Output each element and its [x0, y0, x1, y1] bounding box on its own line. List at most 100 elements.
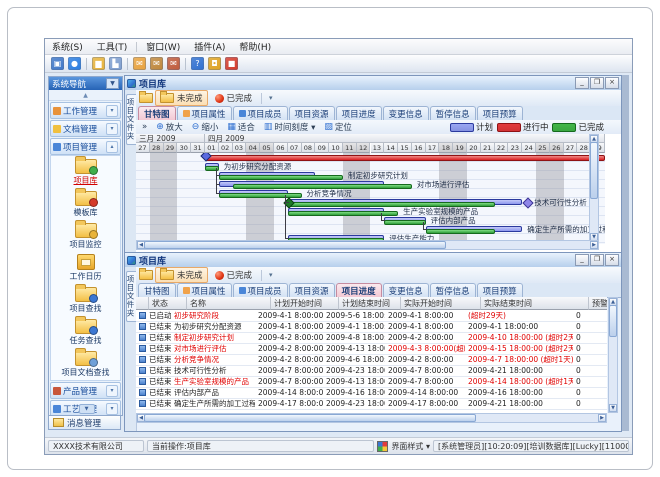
- unfinished-filter-button[interactable]: 未完成: [155, 90, 208, 106]
- alert-message-icon[interactable]: ✉: [167, 57, 180, 70]
- tool-时间刻度[interactable]: ▥时间刻度 ▾: [261, 121, 319, 133]
- sidebar-item-项目库[interactable]: 项目库: [51, 156, 120, 188]
- gantt-bar-actual[interactable]: [426, 229, 495, 234]
- table-row[interactable]: 已结束确定生产所需的加工过程2009-4-17 8:00:002009-4-23…: [136, 398, 607, 410]
- tab-项目成员[interactable]: 项目成员: [233, 283, 288, 297]
- sidebar-scroll-up[interactable]: ▲: [49, 90, 122, 101]
- section-chevron-icon[interactable]: ▾: [106, 105, 118, 117]
- minimize-button[interactable]: _: [575, 254, 589, 266]
- column-header-状态[interactable]: 状态: [149, 297, 187, 310]
- open-folder-icon[interactable]: ▆: [92, 57, 105, 70]
- tab-message-management[interactable]: 消息管理: [48, 416, 121, 430]
- tab-项目预算[interactable]: 项目预算: [477, 283, 523, 297]
- minimize-button[interactable]: _: [575, 77, 589, 89]
- tab-暂停信息[interactable]: 暂停信息: [430, 106, 476, 120]
- finished-filter-button[interactable]: 已完成: [210, 267, 258, 283]
- column-header-名称[interactable]: 名称: [187, 297, 271, 310]
- section-chevron-icon[interactable]: ▾: [106, 403, 118, 415]
- tab-项目属性[interactable]: 项目属性: [177, 283, 232, 297]
- tab-甘特图[interactable]: 甘特图: [138, 283, 176, 297]
- tool-缩小[interactable]: ⊖缩小: [189, 121, 222, 133]
- section-label: 产品管理: [63, 385, 104, 397]
- day-header: 18: [439, 143, 453, 153]
- menu-item-2[interactable]: 工具(T): [90, 39, 135, 54]
- new-message-icon[interactable]: ✉: [133, 57, 146, 70]
- column-header-实际结束时间[interactable]: 实际结束时间: [481, 297, 589, 310]
- gantt-bar-inprogress[interactable]: [205, 155, 605, 161]
- tab-变更信息[interactable]: 变更信息: [383, 106, 429, 120]
- tab-甘特图[interactable]: 甘特图: [138, 106, 176, 120]
- gantt-bar-actual[interactable]: [384, 220, 425, 225]
- gantt-window-titlebar[interactable]: 项目库 _ ❐ ×: [125, 76, 621, 91]
- table-vertical-scrollbar[interactable]: ▲ ▼: [608, 297, 618, 413]
- tab-icon: [239, 110, 246, 117]
- workstation-icon[interactable]: ▣: [51, 57, 64, 70]
- section-chevron-icon[interactable]: ▾: [106, 123, 118, 135]
- menu-item-4[interactable]: 插件(A): [187, 39, 232, 54]
- menu-item-1[interactable]: 系统(S): [45, 39, 90, 54]
- tab-项目属性[interactable]: 项目属性: [177, 106, 232, 120]
- column-header-实际开始时间[interactable]: 实际开始时间: [401, 297, 481, 310]
- window-icon: [127, 256, 136, 265]
- restore-button[interactable]: ❐: [590, 77, 604, 89]
- sidebar-item-模板库[interactable]: 模板库: [51, 188, 120, 220]
- save-folder-icon[interactable]: ▙: [109, 57, 122, 70]
- column-header-预警[interactable]: 预警: [589, 297, 607, 310]
- sidebar-item-项目监控[interactable]: 项目监控: [51, 220, 120, 252]
- tool-放大[interactable]: ⊕放大: [153, 121, 186, 133]
- status-cell: 已结束: [146, 321, 171, 332]
- gantt-horizontal-scrollbar[interactable]: ◀▶: [136, 240, 599, 250]
- lock-icon[interactable]: ◘: [208, 57, 221, 70]
- sidebar-scroll-down[interactable]: ▼: [79, 404, 95, 414]
- inbox-message-icon[interactable]: ✉: [150, 57, 163, 70]
- sidebar-item-工作日历[interactable]: 工作日历: [51, 252, 120, 284]
- filter-dropdown-button[interactable]: ▾: [266, 271, 276, 279]
- row-type-icon: [139, 378, 146, 385]
- tab-项目资源[interactable]: 项目资源: [289, 283, 335, 297]
- progress-window-title: 项目库: [139, 254, 572, 267]
- sidebar-section-文档管理[interactable]: 文档管理▾: [50, 120, 121, 137]
- interface-style-button[interactable]: 界面样式 ▾: [391, 441, 430, 452]
- tab-变更信息[interactable]: 变更信息: [383, 283, 429, 297]
- gantt-vertical-scrollbar[interactable]: ▲▼: [589, 134, 599, 242]
- unfinished-filter-button[interactable]: 未完成: [155, 267, 208, 283]
- filter-dropdown-button[interactable]: ▾: [266, 94, 276, 102]
- more-tools-button[interactable]: »: [139, 122, 150, 132]
- close-button[interactable]: ×: [605, 254, 619, 266]
- sidebar-item-项目查找[interactable]: 项目查找: [51, 284, 120, 316]
- section-chevron-icon[interactable]: ▴: [106, 141, 118, 153]
- menu-item-5[interactable]: 帮助(H): [232, 39, 278, 54]
- tab-项目资源[interactable]: 项目资源: [289, 106, 335, 120]
- progress-window-titlebar[interactable]: 项目库 _ ❐ ×: [125, 253, 621, 268]
- column-header-计划结束时间[interactable]: 计划结束时间: [339, 297, 401, 310]
- status-cell: 已结束: [146, 332, 171, 343]
- sidebar-item-任务查找[interactable]: 任务查找: [51, 316, 120, 348]
- tab-项目进度[interactable]: 项目进度: [336, 106, 382, 120]
- sidebar-item-label: 项目监控: [70, 239, 102, 250]
- exit-icon[interactable]: ■: [225, 57, 238, 70]
- sidebar-collapse-button[interactable]: ▼: [106, 78, 119, 89]
- legend-label: 已完成: [578, 121, 604, 133]
- sidebar-section-产品管理[interactable]: 产品管理▾: [50, 382, 121, 399]
- sidebar-section-工作管理[interactable]: 工作管理▾: [50, 102, 121, 119]
- menu-item-3[interactable]: 窗口(W): [139, 39, 187, 54]
- tab-项目成员[interactable]: 项目成员: [233, 106, 288, 120]
- restore-button[interactable]: ❐: [590, 254, 604, 266]
- section-chevron-icon[interactable]: ▾: [106, 385, 118, 397]
- help-icon[interactable]: ?: [191, 57, 204, 70]
- tool-定位[interactable]: ▨定位: [321, 121, 355, 133]
- day-header: 19: [453, 143, 467, 153]
- sidebar-section-项目管理[interactable]: 项目管理▴: [50, 138, 121, 155]
- globe-icon[interactable]: ●: [68, 57, 81, 70]
- tab-暂停信息[interactable]: 暂停信息: [430, 283, 476, 297]
- finished-filter-button[interactable]: 已完成: [210, 90, 258, 106]
- sidebar-item-项目文档查找[interactable]: 项目文档查找: [51, 348, 120, 380]
- gantt-bar-actual[interactable]: [219, 175, 343, 180]
- table-horizontal-scrollbar[interactable]: ◀ ▶: [136, 413, 607, 423]
- tab-项目进度[interactable]: 项目进度: [336, 283, 382, 297]
- tool-适合[interactable]: ▦适合: [224, 121, 258, 133]
- column-header-计划开始时间[interactable]: 计划开始时间: [271, 297, 339, 310]
- tab-项目预算[interactable]: 项目预算: [477, 106, 523, 120]
- close-button[interactable]: ×: [605, 77, 619, 89]
- table-header-row: 状态名称计划开始时间计划结束时间实际开始时间实际结束时间预警成: [136, 297, 607, 310]
